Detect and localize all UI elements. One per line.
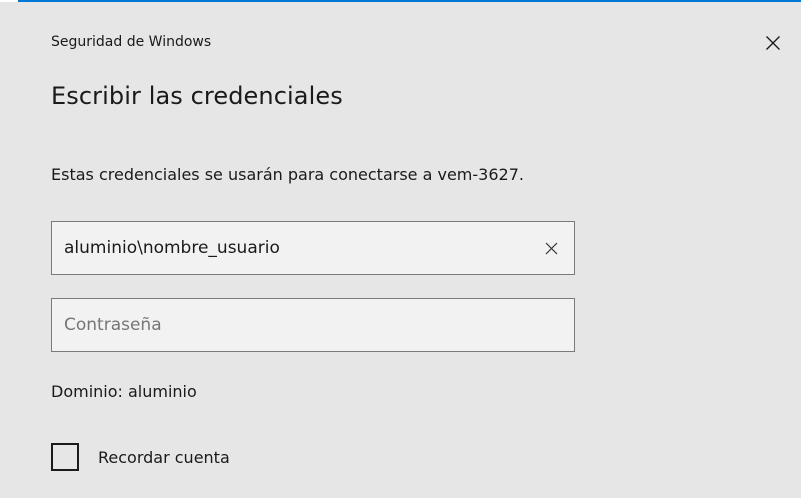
dialog-description: Estas credenciales se usarán para conect… <box>51 165 524 184</box>
username-field[interactable] <box>51 221 575 275</box>
remember-account-option[interactable]: Recordar cuenta <box>51 443 230 471</box>
password-field[interactable] <box>51 298 575 352</box>
username-input[interactable] <box>52 222 574 274</box>
close-icon <box>766 36 780 50</box>
clear-icon <box>545 242 557 254</box>
password-input[interactable] <box>52 299 574 351</box>
close-button[interactable] <box>758 28 788 58</box>
remember-account-checkbox[interactable] <box>51 443 79 471</box>
remember-account-label: Recordar cuenta <box>98 447 230 467</box>
domain-label: Dominio: aluminio <box>51 382 197 401</box>
title-bar-accent <box>0 0 801 2</box>
title-bar-accent-gap <box>0 0 18 2</box>
credentials-dialog: Seguridad de Windows Escribir las creden… <box>0 0 801 498</box>
window-title: Seguridad de Windows <box>51 34 212 50</box>
clear-username-button[interactable] <box>538 235 564 261</box>
dialog-heading: Escribir las credenciales <box>51 82 343 110</box>
